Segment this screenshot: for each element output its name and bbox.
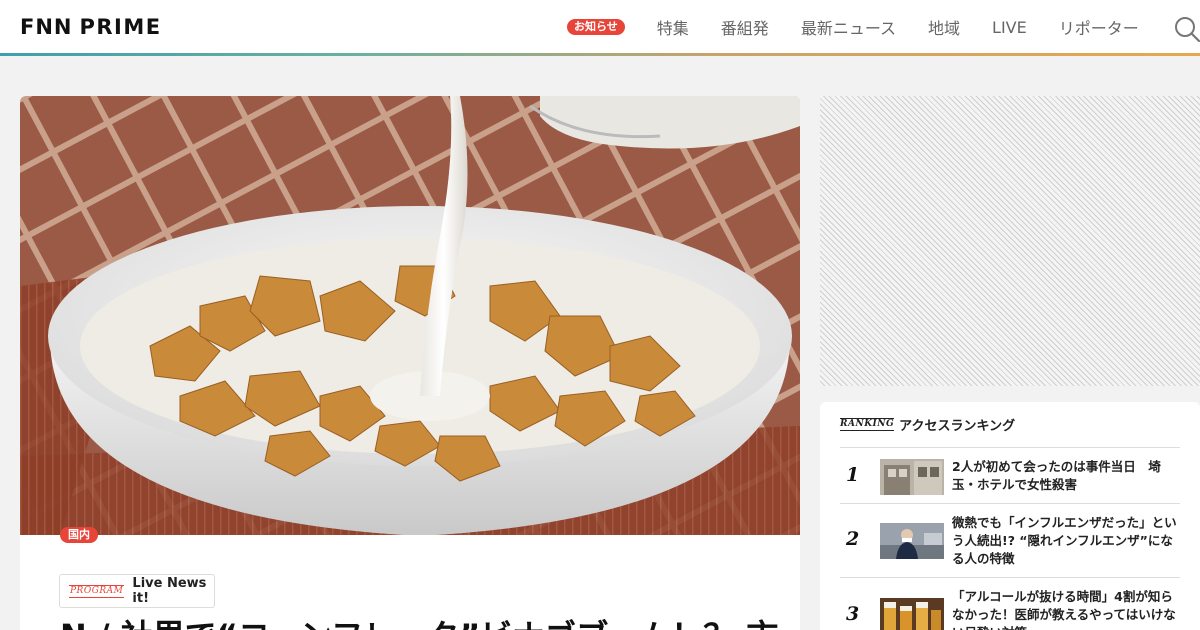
- nav-item-latest-news[interactable]: 最新ニュース: [801, 15, 896, 39]
- hero-image[interactable]: [20, 96, 800, 536]
- category-badge[interactable]: 国内: [60, 527, 98, 543]
- rank-number: 3: [846, 603, 860, 625]
- ranking-thumbnail: [880, 523, 944, 559]
- program-tag: PROGRAM: [69, 584, 125, 598]
- program-link[interactable]: PROGRAM Live News it!: [59, 574, 215, 608]
- cereal-bowl-photo: [20, 96, 800, 536]
- ranking-tag: RANKING: [840, 418, 895, 431]
- logo-fnn: FNN: [20, 15, 73, 39]
- article-title[interactable]: N / 社里で“コーンフレーク”ビナゴブーム！？ 市: [60, 618, 778, 630]
- nav-item-features[interactable]: 特集: [657, 15, 689, 39]
- ad-placeholder: [820, 96, 1200, 386]
- notice-badge[interactable]: お知らせ: [567, 19, 625, 35]
- header-stripe: [0, 53, 1200, 56]
- ranking-title: アクセスランキング: [899, 419, 1016, 434]
- ranking-headline: 微熱でも「インフルエンザだった」という人続出!? “隠れインフルエンザ”になる人…: [952, 515, 1177, 566]
- site-header: FNN PRIME お知らせ 特集 番組発 最新ニュース 地域 LIVE リポー…: [0, 0, 1200, 54]
- rank-number: 2: [846, 528, 860, 550]
- nav-item-region[interactable]: 地域: [928, 15, 960, 39]
- fnn-prime-logo[interactable]: FNN PRIME: [20, 14, 162, 40]
- main-nav: お知らせ 特集 番組発 最新ニュース 地域 LIVE リポーター: [567, 12, 1139, 42]
- ranking-thumbnail: [880, 459, 944, 495]
- logo-prime: PRIME: [79, 15, 162, 39]
- nav-item-programs[interactable]: 番組発: [721, 15, 769, 39]
- nav-item-reporter[interactable]: リポーター: [1059, 15, 1139, 39]
- ranking-item[interactable]: 2 微熱でも「インフルエンザだった」という人続出!? “隠れインフルエンザ”にな…: [840, 503, 1180, 577]
- ranking-item[interactable]: 3 「アルコールが抜ける時間」4割が知らなかった！医師が教えるやってはいけない日…: [840, 577, 1180, 630]
- search-icon[interactable]: [1174, 16, 1200, 42]
- ranking-headline: 「アルコールが抜ける時間」4割が知らなかった！医師が教えるやってはいけない日酔い…: [952, 589, 1176, 630]
- rank-number: 1: [846, 464, 860, 486]
- ranking-thumbnail: [880, 598, 944, 630]
- ranking-headline: 2人が初めて会ったのは事件当日 埼玉・ホテルで女性殺害: [952, 459, 1161, 492]
- ranking-item[interactable]: 1 2人が初めて会ったのは事件当日 埼玉・ホテルで女性殺害: [840, 447, 1180, 504]
- access-ranking: RANKING アクセスランキング 1 2人が初めて会ったのは事件当日 埼玉・ホ…: [820, 402, 1200, 630]
- program-name: Live News it!: [132, 576, 207, 606]
- nav-item-live[interactable]: LIVE: [992, 18, 1027, 37]
- ranking-header: RANKING アクセスランキング: [840, 415, 1015, 434]
